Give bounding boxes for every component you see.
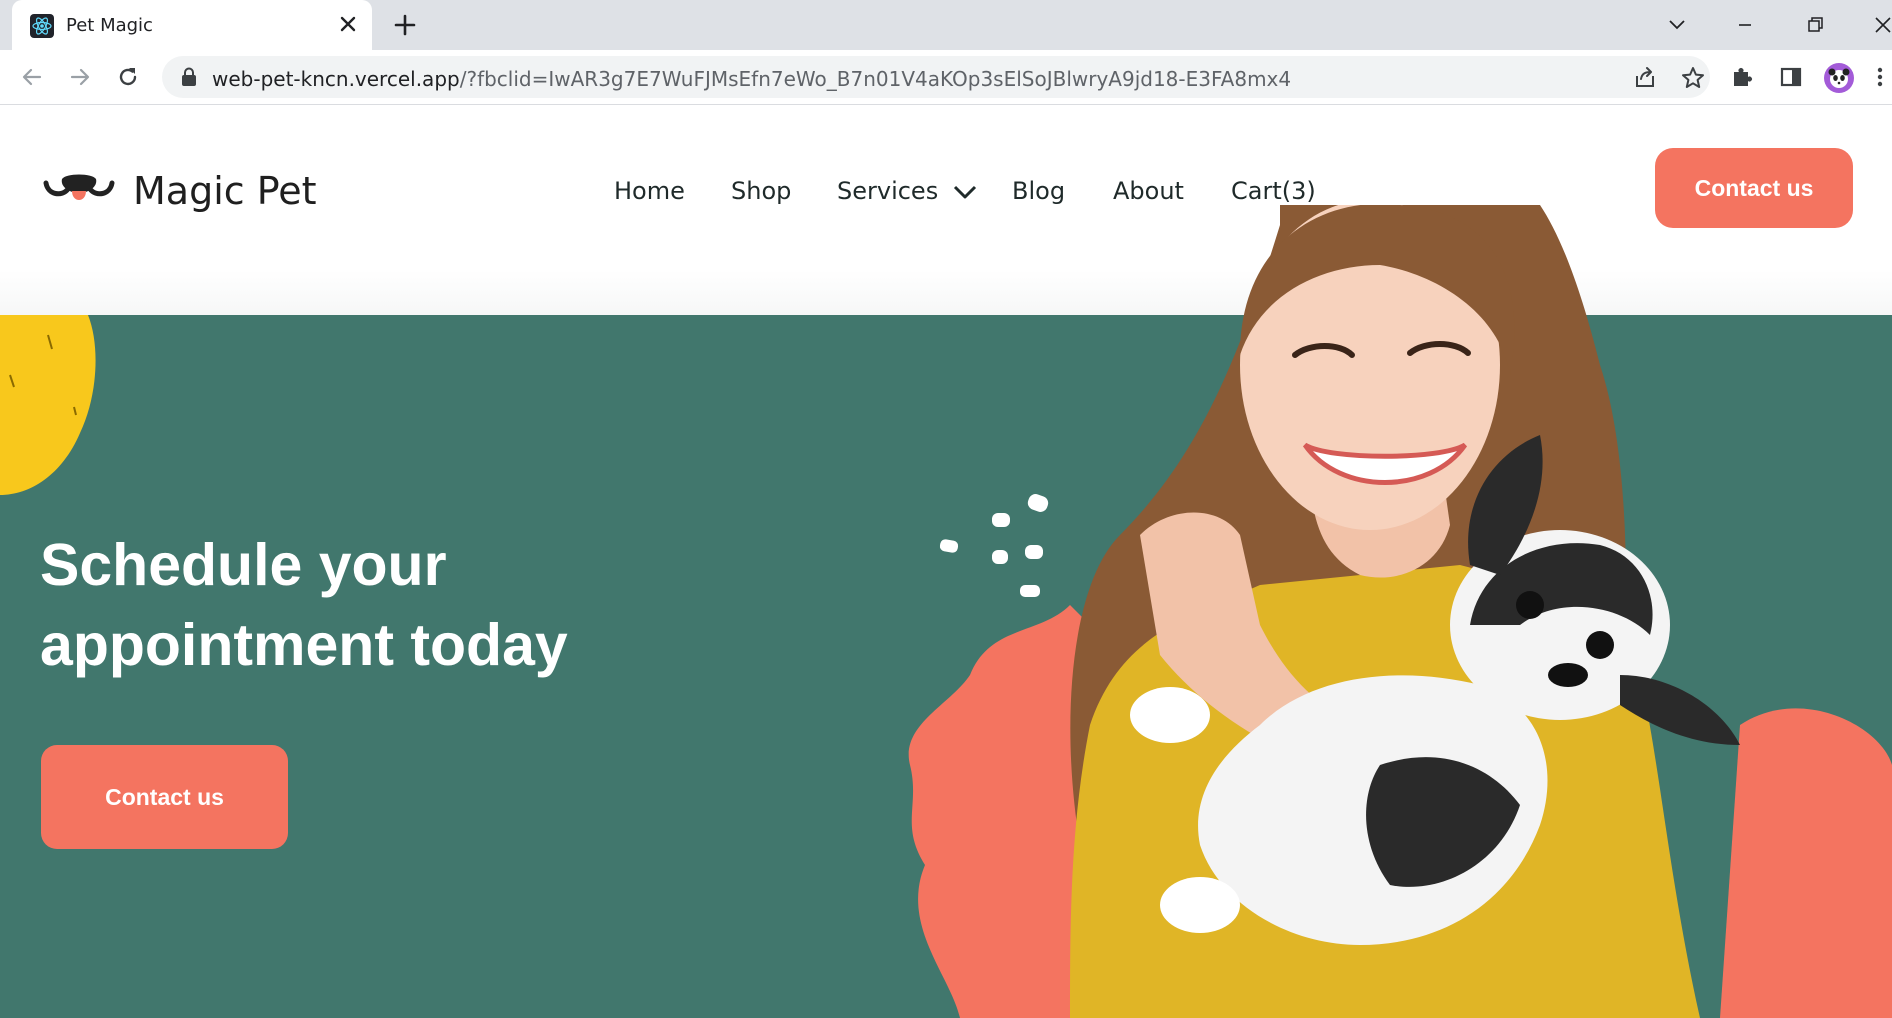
nav-services[interactable]: Services	[837, 177, 978, 205]
nav-services-label: Services	[837, 177, 939, 205]
url-text: web-pet-kncn.vercel.app/?fbclid=IwAR3g7E…	[212, 67, 1291, 91]
nav-about[interactable]: About	[1113, 177, 1184, 205]
star-icon[interactable]	[1680, 65, 1706, 91]
forward-icon[interactable]	[66, 63, 94, 91]
hero-headline: Schedule your appointment today	[40, 525, 740, 685]
kebab-icon[interactable]	[1874, 63, 1886, 91]
headline-line-1: Schedule your	[40, 532, 447, 598]
browser-chrome: Pet Magic web-pet-kncn.vercel.app/?fbcli…	[0, 0, 1892, 105]
window-close-icon[interactable]	[1868, 10, 1892, 40]
panda-avatar-icon	[1828, 68, 1850, 88]
react-icon	[30, 14, 54, 38]
chevron-down-icon[interactable]	[1662, 10, 1692, 40]
restore-icon[interactable]	[1800, 10, 1830, 40]
address-bar[interactable]: web-pet-kncn.vercel.app/?fbclid=IwAR3g7E…	[162, 56, 1710, 98]
back-icon[interactable]	[18, 63, 46, 91]
sidepanel-icon[interactable]	[1777, 63, 1805, 91]
url-host: web-pet-kncn.vercel.app	[212, 67, 460, 91]
nav-cart[interactable]: Cart(3)	[1231, 177, 1316, 205]
tab-strip: Pet Magic	[0, 0, 1892, 50]
reload-icon[interactable]	[114, 63, 142, 91]
browser-toolbar: web-pet-kncn.vercel.app/?fbclid=IwAR3g7E…	[0, 50, 1892, 105]
plus-icon[interactable]	[392, 12, 418, 38]
hero-contact-us-button[interactable]: Contact us	[41, 745, 288, 849]
minimize-icon[interactable]	[1730, 10, 1760, 40]
chevron-down-icon	[953, 185, 976, 199]
tab-title: Pet Magic	[66, 15, 153, 36]
yellow-blob-decoration	[0, 315, 96, 495]
nav-home[interactable]: Home	[614, 177, 685, 205]
lock-icon[interactable]	[180, 67, 198, 87]
woman-with-dog-image	[908, 205, 1892, 1018]
brand-name[interactable]: Magic Pet	[133, 169, 317, 213]
close-icon[interactable]	[336, 12, 360, 36]
page: Magic Pet Home Shop Services Blog About …	[0, 105, 1892, 1018]
nav-blog[interactable]: Blog	[1012, 177, 1065, 205]
avatar[interactable]	[1824, 63, 1854, 93]
share-icon[interactable]	[1632, 65, 1658, 91]
paw-logo-icon[interactable]	[42, 167, 116, 213]
browser-tab[interactable]: Pet Magic	[12, 0, 372, 50]
puzzle-icon[interactable]	[1728, 63, 1756, 91]
url-query: /?fbclid=IwAR3g7E7WuFJMsEfn7eWo_B7n01V4a…	[459, 67, 1292, 91]
nav-shop[interactable]: Shop	[731, 177, 791, 205]
headline-line-2: appointment today	[40, 612, 568, 678]
